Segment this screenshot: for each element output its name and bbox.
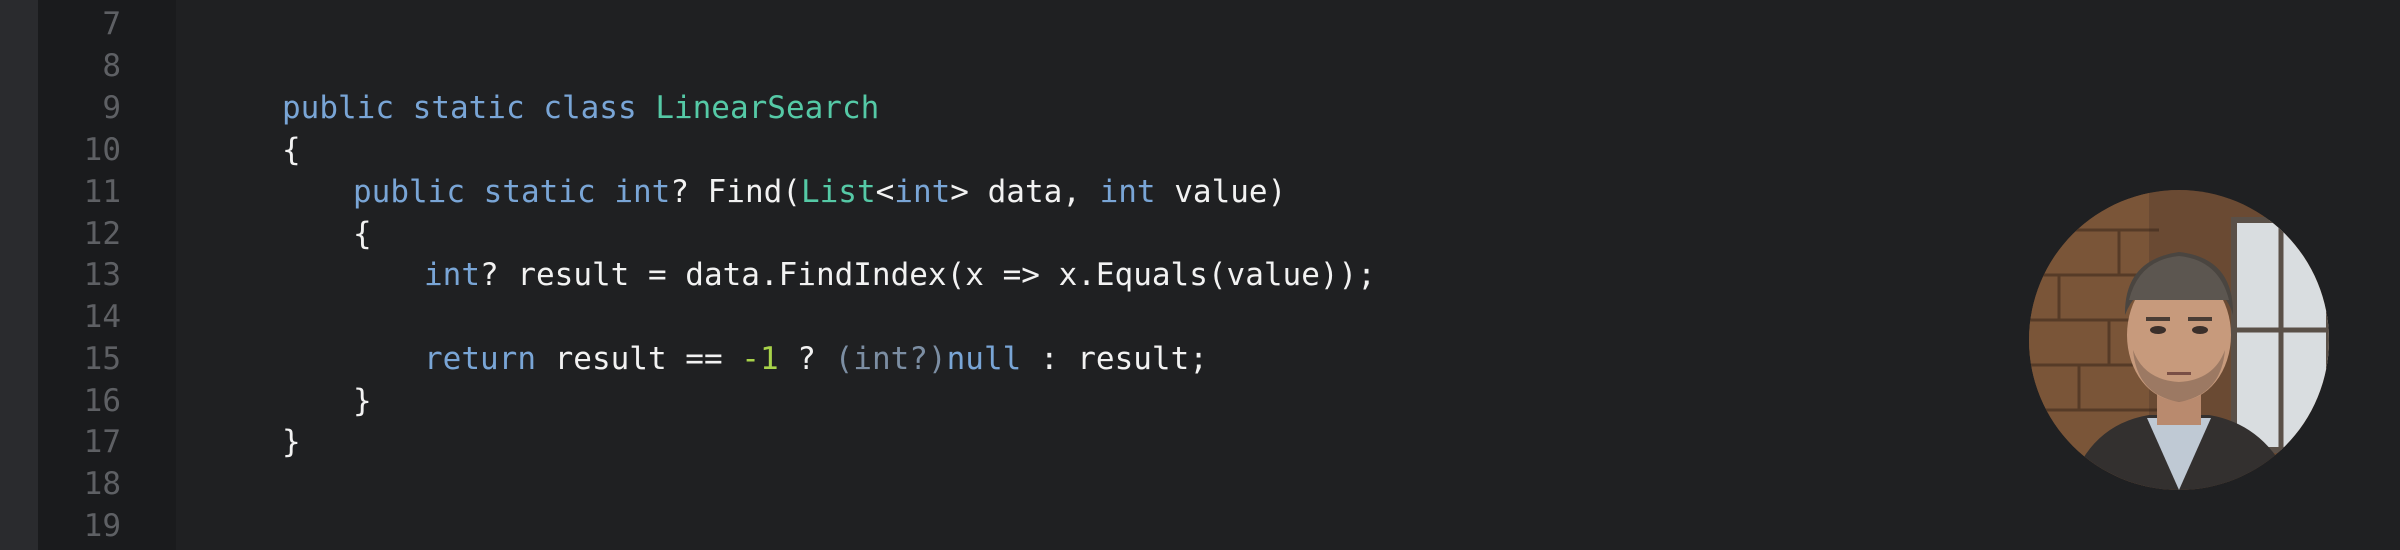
presenter-photo-icon xyxy=(2029,190,2329,490)
code-text: ? Find( xyxy=(670,174,801,210)
keyword: static xyxy=(483,174,596,210)
code-text: : result; xyxy=(1021,341,1208,377)
line-number: 18 xyxy=(83,466,121,502)
brace: } xyxy=(353,383,372,419)
line-number-gutter: 7 8 9 10 11 12 13 14 15 16 17 18 19 xyxy=(38,0,176,550)
code-line-11[interactable]: public static int? Find(List<int> data, … xyxy=(353,174,1286,210)
presenter-webcam-avatar xyxy=(2029,190,2329,490)
number-literal: -1 xyxy=(741,341,779,377)
line-number: 10 xyxy=(83,132,121,168)
keyword: static xyxy=(412,90,525,126)
code-text: value) xyxy=(1155,174,1287,210)
line-number: 15 xyxy=(83,341,121,377)
keyword: null xyxy=(946,341,1022,377)
code-editor[interactable]: 7 8 9 10 11 12 13 14 15 16 17 18 19 publ… xyxy=(0,0,2400,550)
code-line-12[interactable]: { xyxy=(353,216,372,252)
code-text: result == xyxy=(535,341,742,377)
brace: { xyxy=(282,132,301,168)
editor-side-strip xyxy=(0,0,38,550)
code-text: < xyxy=(875,174,895,210)
code-line-10[interactable]: { xyxy=(282,132,301,168)
keyword: int xyxy=(894,174,951,210)
line-number: 19 xyxy=(83,508,121,544)
code-line-9[interactable]: public static class LinearSearch xyxy=(282,90,879,126)
keyword: return xyxy=(424,341,536,377)
code-text: ? xyxy=(778,341,835,377)
code-line-13[interactable]: int? result = data.FindIndex(x => x.Equa… xyxy=(424,257,1376,293)
line-number: 7 xyxy=(102,6,121,42)
keyword: class xyxy=(543,90,637,126)
type-name: List xyxy=(800,174,876,210)
code-line-17[interactable]: } xyxy=(282,424,301,460)
cast-paren: ?) xyxy=(909,341,947,377)
line-number: 13 xyxy=(83,257,121,293)
line-number: 11 xyxy=(83,174,121,210)
type-name: LinearSearch xyxy=(655,90,880,126)
keyword: int xyxy=(424,257,480,293)
code-line-15[interactable]: return result == -1 ? (int?)null : resul… xyxy=(424,341,1208,377)
line-number: 16 xyxy=(83,383,121,419)
line-number: 8 xyxy=(102,48,121,84)
line-number: 14 xyxy=(83,299,121,335)
line-number: 9 xyxy=(102,90,121,126)
code-text: > data, xyxy=(950,174,1100,210)
brace: } xyxy=(282,424,301,460)
keyword: public xyxy=(282,90,394,126)
code-text: ? result = data.FindIndex(x => x.Equals(… xyxy=(480,257,1376,293)
cast-type: int xyxy=(853,341,910,377)
code-line-16[interactable]: } xyxy=(353,383,372,419)
cast-paren: ( xyxy=(834,341,854,377)
line-number: 12 xyxy=(83,216,121,252)
keyword: int xyxy=(614,174,671,210)
brace: { xyxy=(353,216,372,252)
keyword: int xyxy=(1099,174,1156,210)
line-number: 17 xyxy=(83,424,121,460)
keyword: public xyxy=(353,174,465,210)
